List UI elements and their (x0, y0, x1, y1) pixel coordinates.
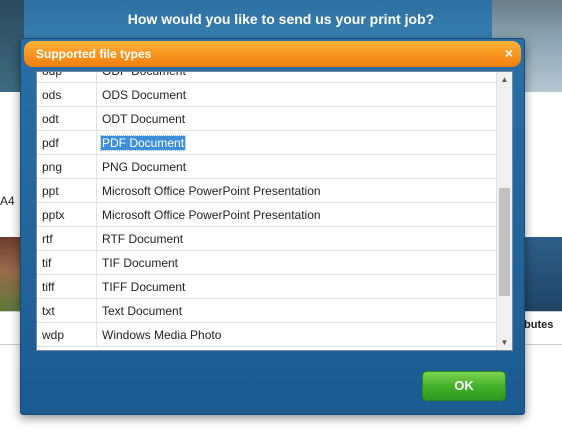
table-row[interactable]: png PNG Document (37, 155, 496, 179)
table-row[interactable]: pdf PDF Document (37, 131, 496, 155)
file-extension-cell: pptx (37, 203, 97, 226)
file-description-cell: ODP Document (97, 72, 186, 78)
table-row[interactable]: ods ODS Document (37, 83, 496, 107)
background-photo-sky (522, 237, 562, 311)
supported-file-types-dialog: Supported file types × odpODP Documentod… (20, 38, 525, 415)
file-extension-cell: png (37, 155, 97, 178)
page-heading: How would you like to send us your print… (127, 11, 435, 27)
file-extension-cell: rtf (37, 227, 97, 250)
scrollbar-thumb[interactable] (499, 188, 510, 296)
dialog-title: Supported file types (36, 47, 152, 61)
paper-size-label: A4 (0, 194, 15, 208)
file-extension-cell: wdp (37, 323, 97, 346)
file-description-cell: Text Document (102, 303, 183, 318)
file-extension-cell: txt (37, 299, 97, 322)
file-extension-cell: odt (37, 107, 97, 130)
file-extension-cell: tiff (37, 275, 97, 298)
file-extension-cell: ods (37, 83, 97, 106)
file-types-rows: odpODP Documentods ODS Document odt ODT Doc… (37, 72, 496, 347)
close-icon[interactable]: × (505, 46, 513, 60)
table-row[interactable]: tiff TIFF Document (37, 275, 496, 299)
scroll-up-arrow-icon[interactable]: ▲ (497, 72, 512, 87)
file-description-cell: RTF Document (102, 231, 184, 246)
table-row[interactable]: odt ODT Document (37, 107, 496, 131)
table-row[interactable]: txt Text Document (37, 299, 496, 323)
file-description-cell: ODS Document (102, 87, 187, 102)
file-extension-cell: tif (37, 251, 97, 274)
table-row[interactable]: odpODP Document (37, 72, 496, 83)
file-description-cell: Windows Media Photo (102, 327, 222, 342)
file-description-cell: PDF Document (99, 134, 187, 151)
file-description-cell: ODT Document (102, 111, 186, 126)
table-row[interactable]: wdp Windows Media Photo (37, 323, 496, 347)
file-description-cell: Microsoft Office PowerPoint Presentation (102, 183, 321, 198)
table-row[interactable]: pptx Microsoft Office PowerPoint Presenta… (37, 203, 496, 227)
dialog-titlebar: Supported file types × (24, 41, 521, 67)
ok-button[interactable]: OK (422, 371, 506, 401)
file-extension-cell: odp (37, 72, 97, 82)
file-extension-cell: ppt (37, 179, 97, 202)
file-description-cell: Microsoft Office PowerPoint Presentation (102, 207, 321, 222)
scroll-down-arrow-icon[interactable]: ▼ (497, 335, 512, 350)
file-description-cell: PNG Document (102, 159, 187, 174)
table-row[interactable]: rtf RTF Document (37, 227, 496, 251)
file-types-list[interactable]: odpODP Documentods ODS Document odt ODT Doc… (36, 71, 513, 351)
file-description-cell: TIFF Document (102, 279, 186, 294)
file-extension-cell: pdf (37, 131, 97, 154)
table-row[interactable]: ppt Microsoft Office PowerPoint Presentat… (37, 179, 496, 203)
vertical-scrollbar[interactable]: ▲ ▼ (496, 72, 512, 350)
file-description-cell: TIF Document (102, 255, 179, 270)
table-row[interactable]: tif TIF Document (37, 251, 496, 275)
